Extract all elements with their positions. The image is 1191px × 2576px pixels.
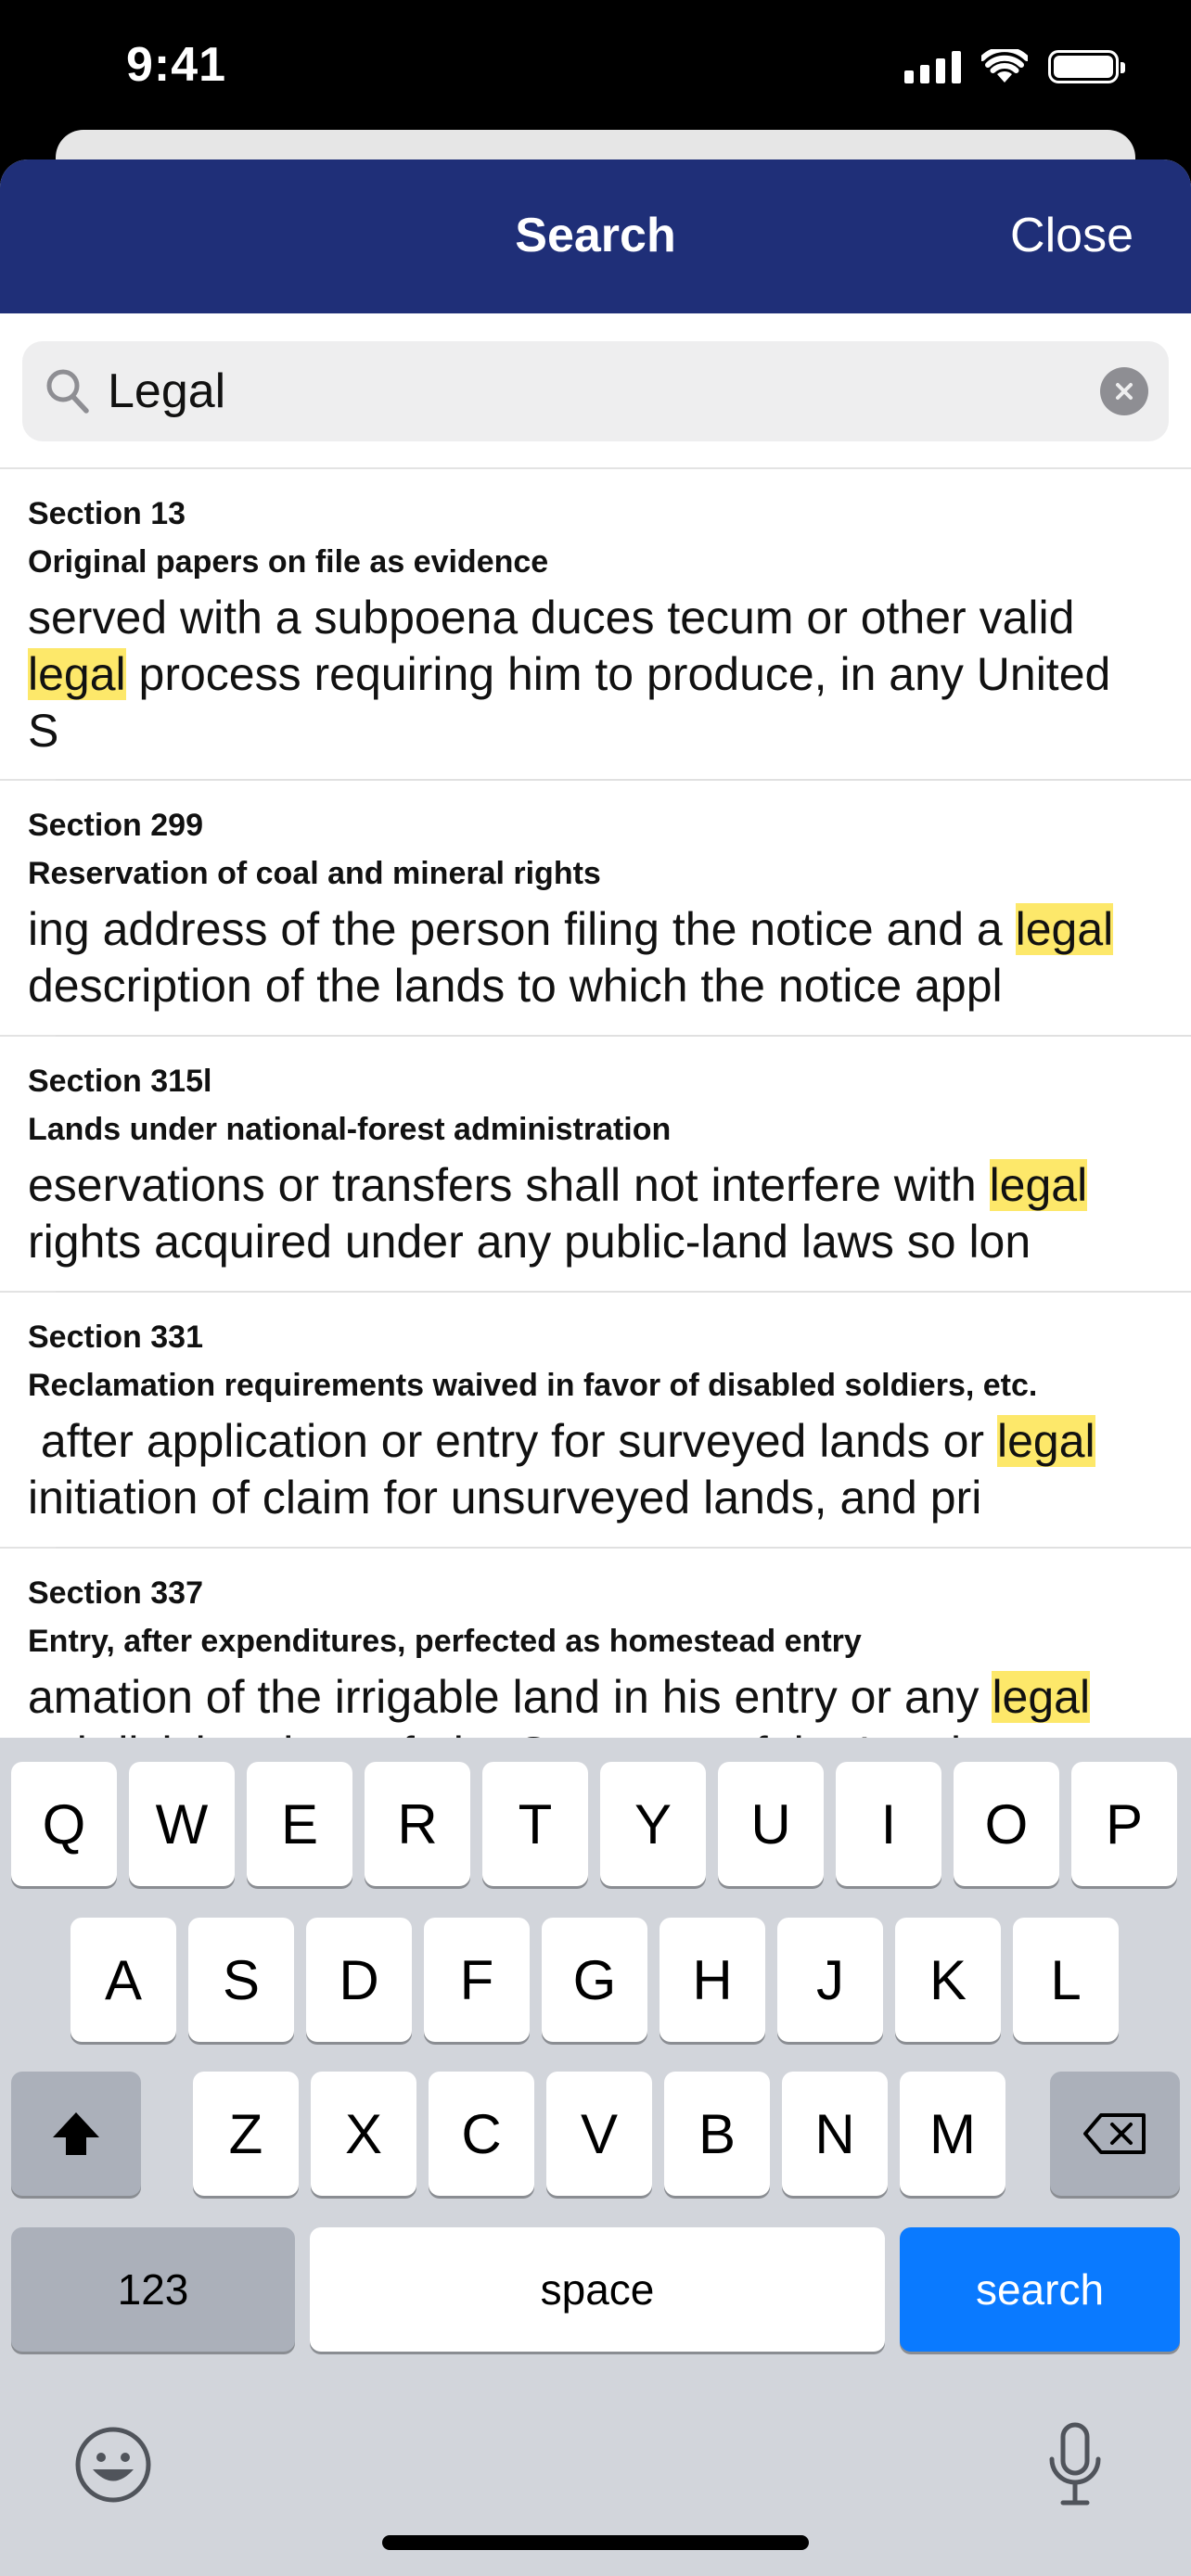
result-item[interactable]: Section 13 Original papers on file as evi… [0, 469, 1191, 781]
clear-circle-icon[interactable] [1100, 367, 1148, 415]
match-highlight: legal [989, 1159, 1088, 1211]
result-snippet: ing address of the person filing the not… [28, 901, 1163, 1014]
result-section: Section 331 [28, 1320, 203, 1355]
snippet-line: amation of the irrigable land in his ent… [28, 1669, 1163, 1726]
key-d[interactable]: D [306, 1918, 412, 2042]
snippet-text: after application or entry for surveyed … [28, 1415, 997, 1467]
snippet-line: rights acquired under any public-land la… [28, 1214, 1163, 1270]
key-o[interactable]: O [954, 1762, 1059, 1886]
search-field[interactable] [22, 341, 1169, 441]
match-highlight: legal [1015, 903, 1114, 955]
snippet-text: amation of the irrigable land in his ent… [28, 1671, 992, 1723]
phone-screen: 9:41 Search Close Legal Section 13 Origi… [0, 0, 1191, 2576]
snippet-line: S [28, 703, 1163, 759]
key-w[interactable]: W [129, 1762, 235, 1886]
match-highlight: legal [996, 1415, 1095, 1467]
key-l[interactable]: L [1013, 1918, 1119, 2042]
snippet-text: process requiring him to produce, in any… [125, 648, 1111, 700]
snippet-line: after application or entry for surveyed … [28, 1413, 1163, 1470]
magnifier-icon [46, 369, 89, 414]
delete-key[interactable] [1050, 2072, 1180, 2196]
snippet-line: eservations or transfers shall not inter… [28, 1157, 1163, 1214]
key-g[interactable]: G [542, 1918, 647, 2042]
snippet-line: served with a subpoena duces tecum or ot… [28, 590, 1163, 646]
result-section: Section 337 [28, 1575, 203, 1611]
snippet-line: ing address of the person filing the not… [28, 901, 1163, 958]
shift-key[interactable] [11, 2072, 141, 2196]
snippet-line: description of the lands to which the no… [28, 958, 1163, 1014]
key-m[interactable]: M [900, 2072, 1005, 2196]
snippet-text: eservations or transfers shall not inter… [28, 1159, 990, 1211]
space-key[interactable]: space [310, 2227, 885, 2352]
result-item[interactable]: Section 331 Reclamation requirements waiv… [0, 1293, 1191, 1549]
match-highlight: legal [992, 1671, 1091, 1723]
result-title: Reservation of coal and mineral rights [28, 856, 601, 891]
result-title: Lands under national-forest administrati… [28, 1112, 672, 1147]
snippet-text: description of the lands to which the no… [28, 960, 1003, 1012]
result-title: Entry, after expenditures, perfected as … [28, 1624, 862, 1659]
match-highlight: legal [28, 648, 126, 700]
key-q[interactable]: Q [11, 1762, 117, 1886]
key-p[interactable]: P [1071, 1762, 1177, 1886]
key-t[interactable]: T [482, 1762, 588, 1886]
key-a[interactable]: A [70, 1918, 176, 2042]
key-z[interactable]: Z [193, 2072, 299, 2196]
emoji-face-icon[interactable] [74, 2426, 152, 2504]
status-time: 9:41 [126, 38, 227, 92]
search-key[interactable]: search [900, 2227, 1180, 2352]
snippet-line: initiation of claim for unsurveyed lands… [28, 1470, 1163, 1526]
shift-arrow-icon [53, 2112, 99, 2155]
key-v[interactable]: V [546, 2072, 652, 2196]
key-b[interactable]: B [664, 2072, 770, 2196]
backspace-icon [1083, 2113, 1146, 2154]
snippet-text: initiation of claim for unsurveyed lands… [28, 1472, 982, 1524]
key-f[interactable]: F [424, 1918, 530, 2042]
cellular-signal-icon [904, 50, 961, 83]
status-bar: 9:41 [0, 0, 1191, 130]
key-h[interactable]: H [660, 1918, 765, 2042]
result-title: Reclamation requirements waived in favor… [28, 1368, 1038, 1403]
snippet-text: ing address of the person filing the not… [28, 903, 1016, 955]
results-list: Section 13 Original papers on file as evi… [0, 469, 1191, 1792]
key-s[interactable]: S [188, 1918, 294, 2042]
result-snippet: after application or entry for surveyed … [28, 1413, 1163, 1526]
result-section: Section 315l [28, 1064, 212, 1099]
wifi-icon [981, 49, 1028, 83]
snippet-text: served with a subpoena duces tecum or ot… [28, 592, 1075, 644]
result-title: Original papers on file as evidence [28, 544, 549, 580]
search-input[interactable] [108, 358, 1035, 425]
key-r[interactable]: R [365, 1762, 470, 1886]
status-icons [904, 46, 1125, 87]
result-section: Section 299 [28, 808, 203, 843]
key-i[interactable]: I [836, 1762, 941, 1886]
numbers-key[interactable]: 123 [11, 2227, 295, 2352]
result-section: Section 13 [28, 496, 186, 531]
snippet-text: S [28, 705, 59, 757]
result-item[interactable]: Section 299 Reservation of coal and miner… [0, 781, 1191, 1037]
microphone-icon[interactable] [1044, 2422, 1106, 2507]
search-area [0, 313, 1191, 469]
battery-icon [1048, 50, 1125, 83]
snippet-text: rights acquired under any public-land la… [28, 1216, 1031, 1268]
key-x[interactable]: X [311, 2072, 416, 2196]
close-button[interactable]: Close [1010, 208, 1133, 263]
key-e[interactable]: E [247, 1762, 352, 1886]
result-snippet: served with a subpoena duces tecum or ot… [28, 590, 1163, 759]
result-item[interactable]: Section 315l Lands under national-forest … [0, 1037, 1191, 1293]
key-n[interactable]: N [782, 2072, 888, 2196]
home-indicator [382, 2535, 809, 2550]
result-snippet: eservations or transfers shall not inter… [28, 1157, 1163, 1270]
navigation-bar: Search Close [0, 159, 1191, 313]
key-k[interactable]: K [895, 1918, 1001, 2042]
key-j[interactable]: J [777, 1918, 883, 2042]
snippet-line: legal process requiring him to produce, … [28, 646, 1163, 703]
key-u[interactable]: U [718, 1762, 824, 1886]
key-y[interactable]: Y [600, 1762, 706, 1886]
key-c[interactable]: C [429, 2072, 534, 2196]
keyboard: QWERTYUIOP ASDFGHJKL ZXCVBNM 123 space sea… [0, 1738, 1191, 2576]
